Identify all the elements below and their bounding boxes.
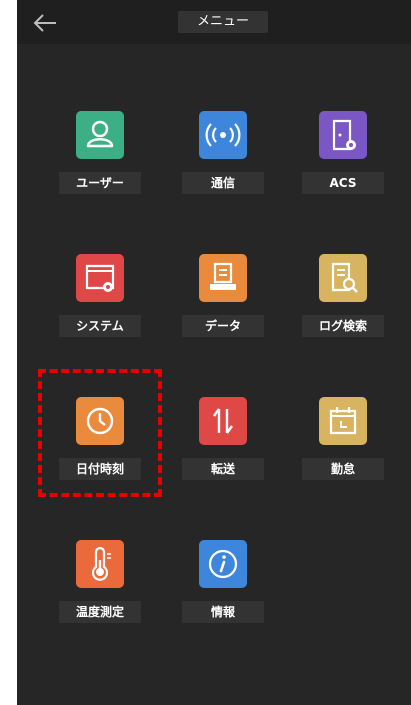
menu-item-transfer[interactable]: 転送 xyxy=(182,397,264,509)
date-time-highlight-box xyxy=(38,369,162,497)
calendar-icon xyxy=(319,397,367,445)
transfer-arrows-icon xyxy=(199,397,247,445)
menu-item-information[interactable]: 情報 xyxy=(182,540,264,652)
menu-item-user[interactable]: ユーザー xyxy=(59,111,141,223)
menu-item-label: ログ検索 xyxy=(302,315,384,337)
menu-item-label: ユーザー xyxy=(59,172,141,194)
menu-item-label: データ xyxy=(182,315,264,337)
menu-item-communication[interactable]: 通信 xyxy=(182,111,264,223)
wireless-signal-icon xyxy=(199,111,247,159)
menu-item-label: ACS xyxy=(302,172,384,194)
top-bar: メニュー xyxy=(17,0,411,44)
menu-item-attendance[interactable]: 勤怠 xyxy=(302,397,384,509)
menu-item-label: システム xyxy=(59,315,141,337)
menu-item-acs[interactable]: ACS xyxy=(302,111,384,223)
menu-item-data[interactable]: データ xyxy=(182,254,264,366)
menu-item-label: 通信 xyxy=(182,172,264,194)
menu-item-log-search[interactable]: ログ検索 xyxy=(302,254,384,366)
menu-item-label: 転送 xyxy=(182,458,264,480)
back-button[interactable] xyxy=(31,12,59,34)
user-icon xyxy=(76,111,124,159)
menu-item-label: 温度測定 xyxy=(59,601,141,623)
menu-item-label: 勤怠 xyxy=(302,458,384,480)
document-search-icon xyxy=(319,254,367,302)
device-screen: メニュー ユーザー 通信 ACS システム データ ログ検索 日付時刻 転送 勤… xyxy=(17,0,411,705)
window-settings-icon xyxy=(76,254,124,302)
door-settings-icon xyxy=(319,111,367,159)
menu-item-temperature[interactable]: 温度測定 xyxy=(59,540,141,652)
menu-item-label: 情報 xyxy=(182,601,264,623)
data-printer-icon xyxy=(199,254,247,302)
back-arrow-icon xyxy=(33,14,56,32)
thermometer-icon xyxy=(76,540,124,588)
page-title: メニュー xyxy=(178,11,268,33)
info-icon xyxy=(199,540,247,588)
menu-item-system[interactable]: システム xyxy=(59,254,141,366)
